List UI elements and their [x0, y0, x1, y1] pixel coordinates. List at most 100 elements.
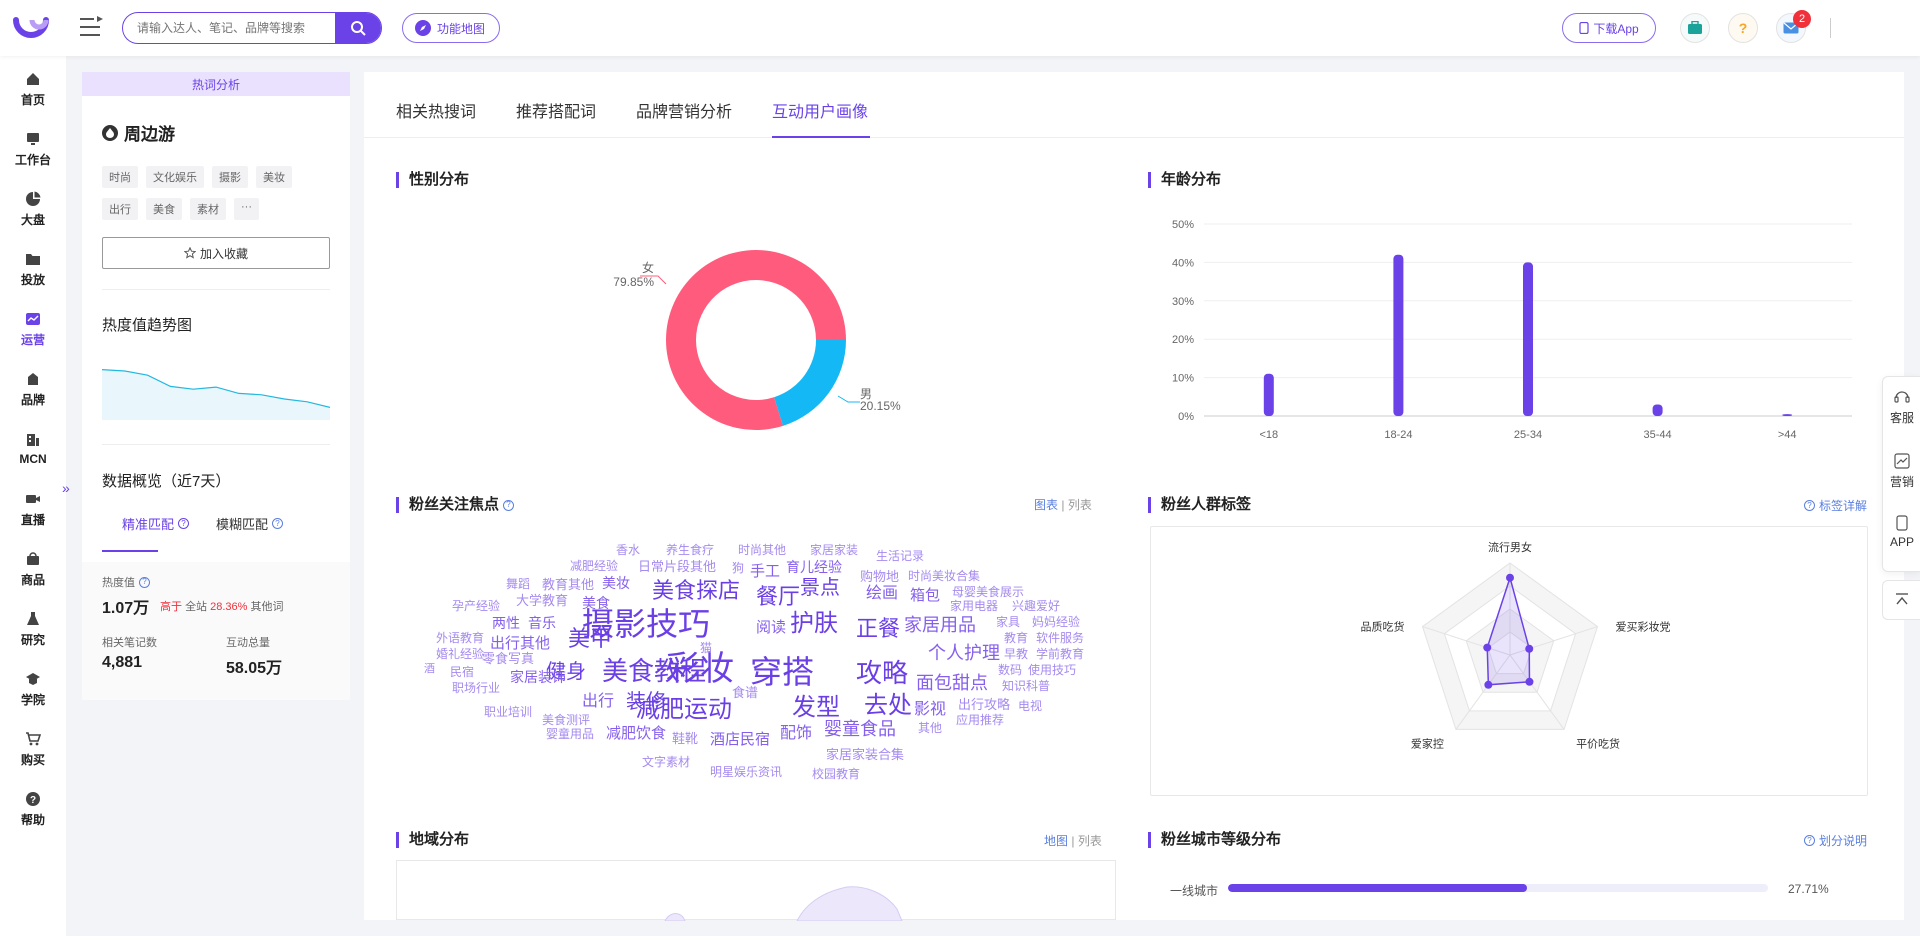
expand-sidebar-icon[interactable]: »	[62, 480, 70, 496]
tab-user-profile[interactable]: 互动用户画像	[772, 98, 868, 122]
app-button[interactable]: APP	[1883, 515, 1920, 549]
list-view-link[interactable]: 列表	[1078, 834, 1102, 848]
wordcloud-word[interactable]: 知识科普	[1002, 680, 1050, 692]
sidebar-item-video[interactable]: 直播	[0, 484, 66, 534]
mail-button[interactable]: 2	[1776, 10, 1811, 43]
wordcloud-word[interactable]: 装修	[626, 692, 666, 712]
wordcloud-word[interactable]: 数码	[998, 664, 1022, 676]
wordcloud-word[interactable]: 美食探店	[652, 580, 740, 602]
help-button[interactable]: ?	[1728, 13, 1758, 43]
sidebar-item-flask[interactable]: 研究	[0, 604, 66, 654]
wordcloud-word[interactable]: 景点	[800, 578, 840, 598]
wordcloud-word[interactable]: 护肤	[790, 612, 838, 636]
wordcloud-word[interactable]: 家用电器	[950, 600, 998, 612]
wordcloud-word[interactable]: 穿搭	[750, 656, 814, 688]
wordcloud-word[interactable]: 明星娱乐资讯	[710, 766, 782, 778]
sidebar-item-home[interactable]: 首页	[0, 64, 66, 114]
radar-point[interactable]	[1506, 573, 1514, 582]
radar-point[interactable]	[1483, 643, 1492, 652]
wordcloud-word[interactable]: 职业培训	[484, 706, 532, 718]
briefcase-button[interactable]	[1680, 13, 1710, 43]
region-map[interactable]	[396, 860, 1116, 922]
radar-point[interactable]	[1525, 644, 1534, 653]
wordcloud-word[interactable]: 孕产经验	[452, 600, 500, 612]
age-bar[interactable]	[1393, 254, 1404, 416]
wordcloud-word[interactable]: 家具	[996, 616, 1020, 628]
wordcloud-word[interactable]: 使用技巧	[1028, 664, 1076, 676]
wordcloud-word[interactable]: 箱包	[910, 588, 940, 603]
wordcloud-word[interactable]: 美食测评	[542, 714, 590, 726]
wordcloud-word[interactable]: 生活记录	[876, 550, 924, 562]
wordcloud-word[interactable]: 正餐	[856, 618, 900, 640]
wordcloud-word[interactable]: 其他	[918, 722, 942, 734]
keyword-tag[interactable]: 素材	[190, 198, 226, 220]
wordcloud-word[interactable]: 餐厅	[756, 586, 800, 608]
wordcloud-word[interactable]: 猫	[700, 642, 712, 654]
tag-detail-link[interactable]: ? 标签详解	[1804, 497, 1867, 514]
keyword-tag[interactable]: 摄影	[212, 166, 248, 188]
wordcloud-word[interactable]: 出行攻略	[958, 698, 1010, 711]
wordcloud-word[interactable]: 狗	[732, 562, 744, 574]
feature-map-button[interactable]: 功能地图	[402, 13, 501, 43]
wordcloud-word[interactable]: 香水	[616, 544, 640, 556]
donut-slice-1[interactable]	[774, 340, 846, 426]
wordcloud-word[interactable]: 个人护理	[928, 644, 1000, 662]
chart-view-link[interactable]: 图表	[1034, 498, 1058, 512]
menu-toggle-icon[interactable]	[80, 16, 104, 38]
sidebar-item-pie[interactable]: 大盘	[0, 184, 66, 234]
wordcloud-word[interactable]: 酒	[424, 664, 435, 675]
radar-point[interactable]	[1484, 680, 1493, 689]
wordcloud-word[interactable]: 去处	[864, 694, 912, 718]
search-input[interactable]	[123, 13, 335, 43]
sidebar-item-workbench[interactable]: 工作台	[0, 124, 66, 174]
tab-related-searches[interactable]: 相关热搜词	[396, 98, 476, 122]
question-icon[interactable]: ?	[503, 499, 515, 511]
tab-brand-marketing[interactable]: 品牌营销分析	[636, 98, 732, 122]
wordcloud-word[interactable]: 美食	[582, 596, 610, 610]
wordcloud-word[interactable]: 校园教育	[812, 768, 860, 780]
wordcloud-word[interactable]: 美甲	[568, 628, 612, 650]
sidebar-item-help[interactable]: ? 帮助	[0, 784, 66, 834]
wordcloud-word[interactable]: 减肥饮食	[606, 726, 666, 741]
keyword-tag[interactable]: 文化娱乐	[146, 166, 204, 188]
tab-exact-match[interactable]: 精准匹配 ?	[122, 514, 190, 533]
wordcloud-word[interactable]: 攻略	[856, 660, 908, 686]
wordcloud-word[interactable]: 兴趣爱好	[1012, 600, 1060, 612]
wordcloud-word[interactable]: 美妆	[602, 576, 630, 590]
more-tags-button[interactable]: ···	[234, 198, 259, 220]
question-icon[interactable]: ?	[178, 518, 190, 529]
wordcloud-word[interactable]: 发型	[792, 696, 840, 720]
tab-recommended-pairs[interactable]: 推荐搭配词	[516, 98, 596, 122]
wordcloud-word[interactable]: 时尚其他	[738, 544, 786, 556]
sidebar-item-brand[interactable]: 品牌	[0, 364, 66, 414]
logo-icon[interactable]	[12, 12, 50, 42]
wordcloud-word[interactable]: 家居家装合集	[826, 748, 904, 761]
wordcloud-word[interactable]: 舞蹈	[506, 578, 530, 590]
sidebar-item-graduation[interactable]: 学院	[0, 664, 66, 714]
sidebar-item-building[interactable]: MCN	[0, 424, 66, 474]
question-icon[interactable]: ?	[272, 518, 284, 529]
wordcloud-word[interactable]: 应用推荐	[956, 714, 1004, 726]
keyword-tag[interactable]: 美妆	[256, 166, 292, 188]
wordcloud-word[interactable]: 母婴美食展示	[952, 586, 1024, 598]
wordcloud-word[interactable]: 阅读	[756, 620, 786, 635]
wordcloud-word[interactable]: 出行其他	[490, 636, 550, 651]
wordcloud-word[interactable]: 食谱	[732, 686, 758, 699]
wordcloud-word[interactable]: 影视	[914, 702, 946, 718]
keyword-tag[interactable]: 美食	[146, 198, 182, 220]
wordcloud-word[interactable]: 外语教育	[436, 632, 484, 644]
wordcloud-word[interactable]: 婚礼经验	[436, 648, 484, 660]
wordcloud-word[interactable]: 教育	[1004, 632, 1028, 644]
wordcloud-word[interactable]: 时尚美妆合集	[908, 570, 980, 582]
sidebar-item-chart-line[interactable]: 运营	[0, 304, 66, 354]
wordcloud-word[interactable]: 学前教育	[1036, 648, 1084, 660]
wordcloud-word[interactable]: 鞋靴	[672, 732, 698, 745]
wordcloud-word[interactable]: 绘画	[866, 586, 898, 602]
add-favorite-button[interactable]: 加入收藏	[102, 237, 330, 269]
radar-point[interactable]	[1525, 677, 1534, 686]
wordcloud-word[interactable]: 妈妈经验	[1032, 616, 1080, 628]
wordcloud-word[interactable]: 职场行业	[452, 682, 500, 694]
sidebar-item-bag[interactable]: 商品	[0, 544, 66, 594]
wordcloud-word[interactable]: 育儿经验	[786, 560, 842, 574]
wordcloud-word[interactable]: 教育其他	[542, 578, 594, 591]
